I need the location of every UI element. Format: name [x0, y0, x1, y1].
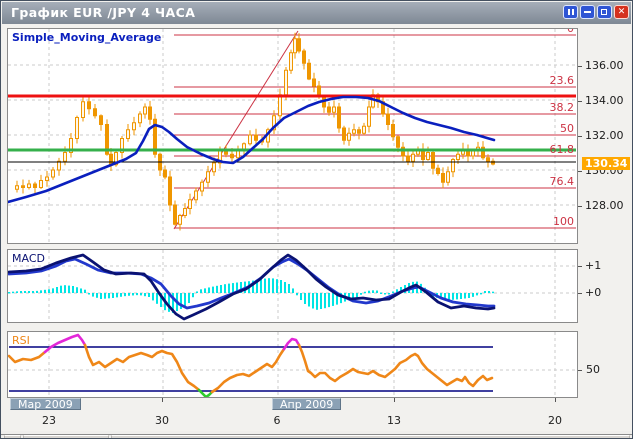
pause-icon: [568, 9, 570, 15]
rsi-panel[interactable]: RSI: [7, 331, 578, 398]
last-price-badge: 130.34: [582, 157, 630, 170]
rsi-tick: [578, 370, 582, 371]
macd-canvas[interactable]: [8, 250, 577, 322]
svg-text:0: 0: [567, 29, 574, 35]
time-tick: [555, 398, 556, 402]
macd-panel[interactable]: MACD: [7, 249, 578, 323]
price-label: 134.00: [585, 94, 624, 107]
macd-tick: [578, 293, 582, 294]
time-tick-label: 23: [42, 414, 56, 427]
price-tick: [578, 171, 582, 172]
price-tick: [578, 66, 582, 67]
chart-window: График EUR /JPY 4 ЧАСА ✕ 0 23.6 38.2 50 61.8…: [0, 0, 633, 439]
close-button[interactable]: ✕: [614, 5, 629, 19]
month-badge: Апр 2009: [272, 398, 341, 410]
time-tick: [394, 398, 395, 402]
minimize-button[interactable]: [580, 5, 595, 19]
svg-text:23.6: 23.6: [550, 74, 575, 87]
svg-text:61.8: 61.8: [550, 143, 575, 156]
time-tick-label: 30: [155, 414, 169, 427]
indicator-label-sma: Simple_Moving_Average: [12, 31, 161, 44]
macd-level-label: +1: [585, 259, 601, 272]
svg-text:38.2: 38.2: [550, 101, 575, 114]
bottom-dock-edge: [1, 431, 632, 439]
time-tick-label: 13: [387, 414, 401, 427]
rsi-canvas[interactable]: [8, 332, 577, 397]
price-label: 136.00: [585, 59, 624, 72]
indicator-label-rsi: RSI: [12, 334, 30, 347]
svg-text:50: 50: [560, 122, 574, 135]
price-chart-canvas[interactable]: 0 23.6 38.2 50 61.8 76.4 100: [8, 29, 577, 243]
titlebar[interactable]: График EUR /JPY 4 ЧАСА: [2, 2, 631, 24]
minimize-icon: [584, 11, 591, 13]
dock-tab[interactable]: [23, 435, 109, 439]
month-badge: Мар 2009: [10, 398, 81, 410]
price-label: 128.00: [585, 199, 624, 212]
dock-box: [4, 435, 21, 439]
price-label: 132.00: [585, 129, 624, 142]
svg-text:100: 100: [553, 215, 574, 228]
svg-text:76.4: 76.4: [550, 175, 575, 188]
indicator-label-macd: MACD: [12, 252, 45, 265]
time-tick-label: 6: [274, 414, 281, 427]
maximize-button[interactable]: [597, 5, 612, 19]
maximize-icon: [601, 9, 607, 15]
window-buttons: ✕: [563, 5, 629, 19]
time-tick-label: 20: [548, 414, 562, 427]
rsi-level-label: 50: [586, 363, 600, 376]
price-chart-panel[interactable]: 0 23.6 38.2 50 61.8 76.4 100 Simple_Moving_Ave…: [7, 28, 578, 244]
price-tick: [578, 136, 582, 137]
window-title: График EUR /JPY 4 ЧАСА: [11, 5, 195, 20]
price-tick: [578, 206, 582, 207]
price-tick: [578, 101, 582, 102]
close-icon: ✕: [615, 6, 628, 18]
dock-bar: [111, 435, 630, 439]
macd-level-label: +0: [585, 286, 601, 299]
macd-tick: [578, 266, 582, 267]
pause-button[interactable]: [563, 5, 578, 19]
time-tick: [162, 398, 163, 402]
